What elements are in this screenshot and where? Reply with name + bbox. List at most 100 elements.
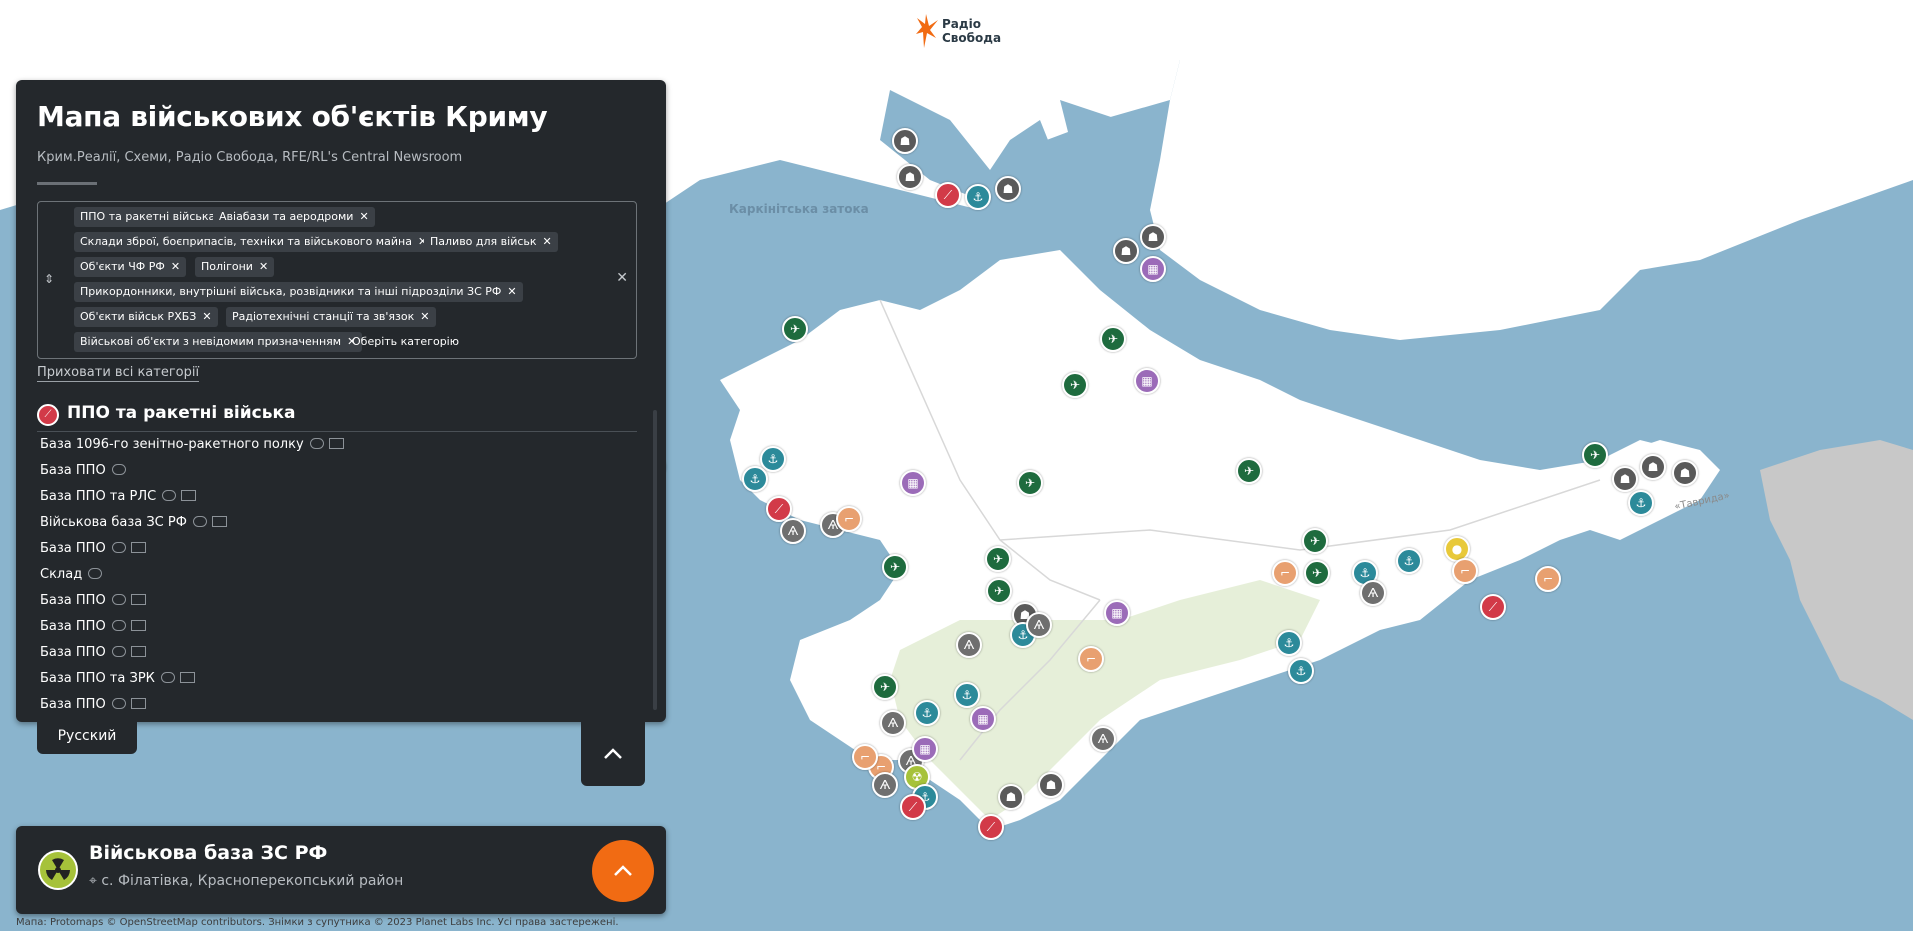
marker-border-icon[interactable]: ☗ — [897, 164, 923, 190]
marker-warehouse-icon[interactable]: ▦ — [1134, 368, 1160, 394]
list-item[interactable]: База ППО та РЛС — [40, 489, 197, 509]
list-item[interactable]: База ППО та ЗРК — [40, 671, 195, 691]
close-icon[interactable]: ✕ — [359, 207, 368, 227]
marker-warehouse-icon[interactable]: ▦ — [970, 706, 996, 732]
language-switch-button[interactable]: Русский — [37, 718, 137, 754]
marker-border-icon[interactable]: ☗ — [1640, 454, 1666, 480]
expand-card-button[interactable] — [592, 840, 654, 902]
marker-plane-icon[interactable]: ✈ — [1302, 528, 1328, 554]
list-item[interactable]: Склад — [40, 567, 103, 587]
marker-border-icon[interactable]: ☗ — [892, 128, 918, 154]
marker-anchor-icon[interactable]: ⚓ — [954, 682, 980, 708]
chip-depots[interactable]: Склади зброї, боєприпасів, техніки та ві… — [74, 232, 434, 252]
marker-rocket-icon[interactable]: ⟋ — [1480, 594, 1506, 620]
marker-gun-icon[interactable]: ⌐ — [852, 744, 878, 770]
marker-plane-icon[interactable]: ✈ — [782, 316, 808, 342]
close-icon[interactable]: ✕ — [259, 257, 268, 277]
marker-antenna-icon[interactable]: Ѧ — [872, 772, 898, 798]
eye-icon[interactable] — [160, 672, 175, 683]
hide-all-link[interactable]: Приховати всі категорії — [37, 365, 200, 382]
marker-antenna-icon[interactable]: Ѧ — [956, 632, 982, 658]
category-placeholder[interactable]: Оберіть категорію — [352, 332, 459, 352]
rfe-logo[interactable]: Радіо Свобода — [914, 10, 1004, 50]
section-header-ppo[interactable]: ⟋ ППО та ракетні війська — [37, 401, 637, 432]
marker-plane-icon[interactable]: ✈ — [1304, 560, 1330, 586]
chip-ranges[interactable]: Полігони ✕ — [195, 257, 275, 277]
clear-all-icon[interactable]: ✕ — [616, 270, 628, 286]
list-item[interactable]: База ППО — [40, 463, 126, 483]
marker-gun-icon[interactable]: ⌐ — [1078, 646, 1104, 672]
eye-icon[interactable] — [88, 568, 103, 579]
marker-gun-icon[interactable]: ⌐ — [1535, 566, 1561, 592]
eye-icon[interactable] — [111, 464, 126, 475]
marker-plane-icon[interactable]: ✈ — [985, 546, 1011, 572]
marker-anchor-icon[interactable]: ⚓ — [1288, 658, 1314, 684]
marker-border-icon[interactable]: ☗ — [1140, 224, 1166, 250]
selected-object-card[interactable]: Військова база ЗС РФ ⌖ с. Філатівка, Кра… — [16, 826, 666, 914]
list-item[interactable]: База ППО — [40, 619, 146, 639]
list-item[interactable]: База ППО — [40, 593, 146, 613]
photo-icon[interactable] — [130, 542, 146, 553]
marker-rocket-icon[interactable]: ⟋ — [935, 182, 961, 208]
photo-icon[interactable] — [211, 516, 227, 527]
photo-icon[interactable] — [179, 672, 195, 683]
marker-anchor-icon[interactable]: ⚓ — [1396, 548, 1422, 574]
eye-icon[interactable] — [162, 490, 177, 501]
marker-plane-icon[interactable]: ✈ — [872, 674, 898, 700]
close-icon[interactable]: ✕ — [420, 307, 429, 327]
marker-border-icon[interactable]: ☗ — [1113, 238, 1139, 264]
marker-anchor-icon[interactable]: ⚓ — [742, 466, 768, 492]
photo-icon[interactable] — [328, 438, 344, 449]
photo-icon[interactable] — [130, 646, 146, 657]
marker-anchor-icon[interactable]: ⚓ — [914, 700, 940, 726]
marker-border-icon[interactable]: ☗ — [1038, 772, 1064, 798]
marker-plane-icon[interactable]: ✈ — [1100, 326, 1126, 352]
chip-radio[interactable]: Радіотехнічні станції та зв'язок ✕ — [226, 307, 436, 327]
list-item[interactable]: База ППО — [40, 697, 146, 717]
chip-fuel[interactable]: Паливо для військ ✕ — [424, 232, 558, 252]
chip-border[interactable]: Прикордонники, внутрішні війська, розвід… — [74, 282, 523, 302]
marker-warehouse-icon[interactable]: ▦ — [900, 470, 926, 496]
list-item[interactable]: База ППО — [40, 645, 146, 665]
eye-icon[interactable] — [111, 542, 126, 553]
close-icon[interactable]: ✕ — [202, 307, 211, 327]
list-item[interactable]: Військова база ЗС РФ — [40, 515, 227, 535]
chip-unknown[interactable]: Військові об'єкти з невідомим призначенн… — [74, 332, 363, 352]
marker-anchor-icon[interactable]: ⚓ — [760, 446, 786, 472]
eye-icon[interactable] — [309, 438, 324, 449]
marker-antenna-icon[interactable]: Ѧ — [880, 710, 906, 736]
marker-plane-icon[interactable]: ✈ — [1236, 458, 1262, 484]
eye-icon[interactable] — [111, 646, 126, 657]
close-icon[interactable]: ✕ — [171, 257, 180, 277]
marker-rocket-icon[interactable]: ⟋ — [978, 814, 1004, 840]
list-item[interactable]: База 1096-го зенітно-ракетного полку — [40, 437, 344, 457]
marker-anchor-icon[interactable]: ⚓ — [1628, 490, 1654, 516]
photo-icon[interactable] — [181, 490, 197, 501]
photo-icon[interactable] — [130, 698, 146, 709]
photo-icon[interactable] — [130, 620, 146, 631]
marker-antenna-icon[interactable]: Ѧ — [1360, 580, 1386, 606]
object-list[interactable]: База 1096-го зенітно-ракетного полку Баз… — [40, 437, 630, 722]
list-item[interactable]: База ППО — [40, 541, 146, 561]
marker-antenna-icon[interactable]: Ѧ — [780, 518, 806, 544]
collapse-panel-button[interactable] — [581, 722, 645, 786]
eye-icon[interactable] — [111, 620, 126, 631]
marker-plane-icon[interactable]: ✈ — [1017, 470, 1043, 496]
marker-gun-icon[interactable]: ⌐ — [1272, 560, 1298, 586]
photo-icon[interactable] — [130, 594, 146, 605]
marker-plane-icon[interactable]: ✈ — [1062, 372, 1088, 398]
marker-gun-icon[interactable]: ⌐ — [836, 506, 862, 532]
marker-plane-icon[interactable]: ✈ — [882, 554, 908, 580]
expand-collapse-icon[interactable]: ⇕ — [44, 272, 54, 286]
marker-plane-icon[interactable]: ✈ — [1582, 442, 1608, 468]
marker-warehouse-icon[interactable]: ▦ — [1104, 600, 1130, 626]
chip-navy[interactable]: Об'єкти ЧФ РФ ✕ — [74, 257, 187, 277]
marker-rocket-icon[interactable]: ⟋ — [900, 794, 926, 820]
marker-antenna-icon[interactable]: Ѧ — [1090, 726, 1116, 752]
marker-border-icon[interactable]: ☗ — [1672, 460, 1698, 486]
eye-icon[interactable] — [192, 516, 207, 527]
close-icon[interactable]: ✕ — [507, 282, 516, 302]
chip-airbases[interactable]: Авіабази та аеродроми ✕ — [213, 207, 375, 227]
chip-chemical[interactable]: Об'єкти військ РХБЗ ✕ — [74, 307, 218, 327]
eye-icon[interactable] — [111, 594, 126, 605]
